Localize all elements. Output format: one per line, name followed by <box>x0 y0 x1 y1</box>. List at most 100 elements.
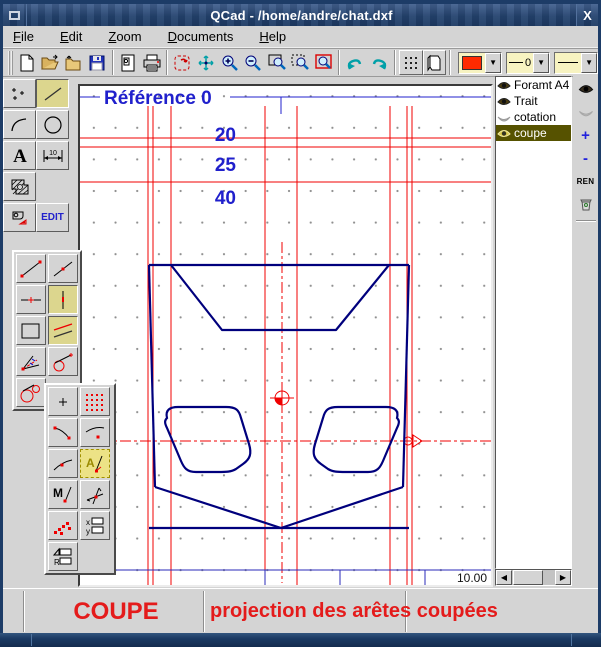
style-combo-arrow-icon[interactable]: ▼ <box>581 53 597 73</box>
tool-palette: A 10 <box>3 79 73 234</box>
menu-documents[interactable]: Documents <box>168 29 234 44</box>
bisector-line-button[interactable] <box>16 347 46 376</box>
snap-auto-button[interactable]: A <box>80 449 110 478</box>
close-button[interactable]: X <box>576 4 598 26</box>
toolbar-separator <box>394 50 396 75</box>
scroll-right-button[interactable]: ▶ <box>555 570 571 585</box>
layer-row-format[interactable]: Foramt A4 <box>496 77 571 93</box>
snap-middle-button[interactable] <box>48 449 78 478</box>
undo-button[interactable] <box>343 50 367 75</box>
zoom-previous-icon <box>314 53 334 73</box>
new-file-button[interactable] <box>15 50 38 75</box>
arc-tool-button[interactable] <box>3 110 36 139</box>
color-combo[interactable]: ▼ <box>458 52 502 74</box>
tangent-2-circles-button[interactable] <box>16 378 46 407</box>
layer-row-trait[interactable]: Trait <box>496 93 571 109</box>
rectangle-button[interactable] <box>16 316 46 345</box>
grid-icon <box>401 53 421 73</box>
hatch-tool-button[interactable] <box>3 172 36 201</box>
redraw-button[interactable] <box>171 50 194 75</box>
width-combo-arrow-icon[interactable]: ▼ <box>533 53 549 73</box>
style-line-glyph <box>558 62 578 63</box>
coords-polar-button[interactable]: R <box>48 542 78 571</box>
parallel-line-button[interactable] <box>48 316 78 345</box>
dimension-tool-button[interactable]: 10 <box>36 141 69 170</box>
remove-layer-button[interactable]: - <box>575 148 597 168</box>
layer-row-cotation[interactable]: cotation <box>496 109 571 125</box>
menu-file[interactable]: File <box>13 29 34 44</box>
point-tool-button[interactable] <box>3 79 36 108</box>
horizontal-line-icon <box>19 289 43 311</box>
measure-tool-icon <box>9 208 31 228</box>
snap-grid-button[interactable] <box>80 387 110 416</box>
import-file-button[interactable] <box>62 50 85 75</box>
svg-text:R: R <box>54 558 60 567</box>
snap-on-entity-button[interactable] <box>80 418 110 447</box>
zoom-in-button[interactable] <box>218 50 241 75</box>
coords-cartesian-button[interactable]: x y <box>80 511 110 540</box>
eye-closed-icon <box>497 112 511 123</box>
line-1-point-button[interactable] <box>48 254 78 283</box>
horizontal-line-button[interactable] <box>16 285 46 314</box>
text-tool-button[interactable]: A <box>3 141 36 170</box>
layer-name: cotation <box>514 110 556 124</box>
snap-center-button[interactable]: M <box>48 480 78 509</box>
snap-distance-button[interactable] <box>48 511 78 540</box>
layer-list-scrollbar[interactable]: ◀ ▶ <box>495 569 572 586</box>
edit-mode-button[interactable]: EDIT <box>36 203 69 232</box>
menu-edit[interactable]: Edit <box>60 29 82 44</box>
zoom-window-icon <box>267 53 287 73</box>
width-value: 0 <box>525 57 531 69</box>
zoom-out-button[interactable] <box>242 50 265 75</box>
delete-layer-button[interactable] <box>575 194 597 214</box>
eye-open-icon <box>497 128 511 139</box>
toolbar-handle[interactable] <box>8 51 13 75</box>
line-width-combo[interactable]: 0 ▼ <box>506 52 550 74</box>
menu-help[interactable]: Help <box>259 29 286 44</box>
layer-row-coupe[interactable]: coupe <box>496 125 571 141</box>
layer-toolbar-divider <box>576 220 596 222</box>
title-bar[interactable]: QCad - /home/andre/chat.dxf X <box>3 4 598 26</box>
grid-toggle-button[interactable] <box>399 50 422 75</box>
scrollbar-thumb[interactable] <box>513 570 543 585</box>
save-file-button[interactable] <box>85 50 108 75</box>
print-button[interactable] <box>140 50 163 75</box>
drawing-area[interactable]: Référence 0 20 25 40 10.00 <box>78 84 493 587</box>
line-tool-button[interactable] <box>36 79 69 108</box>
page-preview-button[interactable] <box>117 50 140 75</box>
rename-layer-button[interactable]: REN <box>575 171 597 191</box>
show-layer-button[interactable] <box>575 79 597 99</box>
snap-free-button[interactable] <box>48 387 78 416</box>
layer-list[interactable]: Foramt A4 Trait cotation coupe <box>495 76 572 569</box>
line-style-combo[interactable]: ▼ <box>554 52 598 74</box>
tangent-point-circle-button[interactable] <box>48 347 78 376</box>
open-file-button[interactable] <box>38 50 61 75</box>
scroll-left-button[interactable]: ◀ <box>496 570 512 585</box>
main-toolbar: ▼ 0 ▼ ▼ <box>3 48 598 77</box>
zoom-window-button[interactable] <box>265 50 288 75</box>
label-40: 40 <box>215 188 236 209</box>
line-2-points-button[interactable] <box>16 254 46 283</box>
circle-tool-button[interactable] <box>36 110 69 139</box>
measure-tool-button[interactable] <box>3 203 36 232</box>
window-border-bottom[interactable] <box>0 633 601 647</box>
line-2-points-icon <box>19 258 43 280</box>
vertical-line-button[interactable] <box>48 285 78 314</box>
window-menu-button[interactable] <box>3 4 27 26</box>
zoom-select-button[interactable] <box>288 50 311 75</box>
hide-layer-button[interactable] <box>575 102 597 122</box>
redo-button[interactable] <box>367 50 391 75</box>
snap-endpoints-button[interactable] <box>48 418 78 447</box>
paper-toggle-button[interactable] <box>423 50 446 75</box>
snap-grid-icon <box>83 391 107 413</box>
pan-view-button[interactable] <box>195 50 218 75</box>
center-mark <box>270 386 294 410</box>
color-combo-arrow-icon[interactable]: ▼ <box>485 53 501 73</box>
drawing-canvas[interactable]: Référence 0 20 25 40 10.00 <box>80 86 491 585</box>
hatch-tool-icon <box>9 177 31 197</box>
zoom-previous-button[interactable] <box>312 50 335 75</box>
menu-zoom[interactable]: Zoom <box>108 29 141 44</box>
snap-intersection-button[interactable] <box>80 480 110 509</box>
add-layer-button[interactable]: + <box>575 125 597 145</box>
dimension-tool-icon: 10 <box>41 146 65 166</box>
